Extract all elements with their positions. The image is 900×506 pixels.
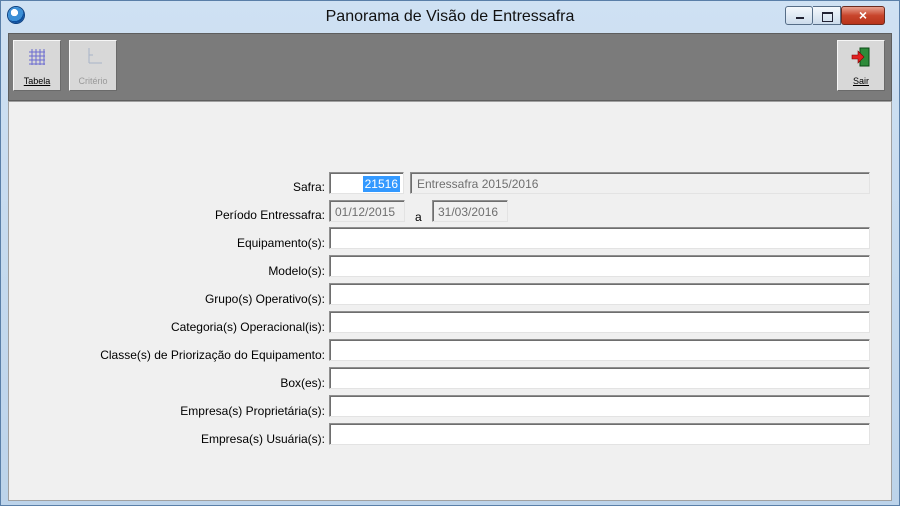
grid-icon — [29, 49, 45, 65]
minimize-button[interactable] — [785, 6, 813, 25]
close-button[interactable]: × — [841, 6, 885, 25]
modelo-label: Modelo(s): — [268, 264, 325, 278]
sair-button[interactable]: Sair — [837, 40, 885, 91]
form-panel: Safra: 21516 Entressafra 2015/2016 Perío… — [8, 101, 892, 501]
box-label: Box(es): — [280, 376, 325, 390]
periodo-separator: a — [415, 210, 422, 224]
minimize-icon — [796, 17, 804, 19]
modelo-input[interactable] — [329, 255, 870, 277]
safra-label: Safra: — [292, 180, 325, 194]
exit-door-icon — [851, 47, 870, 67]
categoria-operacional-input[interactable] — [329, 311, 870, 333]
safra-code-input[interactable]: 21516 — [329, 172, 404, 194]
close-icon: × — [858, 7, 868, 23]
maximize-icon — [822, 12, 833, 22]
criteria-icon — [88, 48, 102, 64]
empresa-proprietaria-label: Empresa(s) Proprietária(s): — [180, 404, 325, 418]
periodo-label: Período Entressafra: — [214, 208, 325, 222]
periodo-end-value: 31/03/2016 — [438, 205, 499, 219]
periodo-start-value: 01/12/2015 — [335, 205, 396, 219]
main-window: Panorama de Visão de Entressafra × Tabel… — [0, 0, 900, 506]
grupo-operativo-input[interactable] — [329, 283, 870, 305]
box-input[interactable] — [329, 367, 870, 389]
periodo-end-field: 31/03/2016 — [432, 200, 508, 222]
periodo-start-field: 01/12/2015 — [329, 200, 405, 222]
tabela-label: Tabela — [23, 76, 51, 86]
classe-priorizacao-label: Classe(s) de Priorização do Equipamento: — [100, 348, 325, 362]
equipamento-label: Equipamento(s): — [236, 236, 325, 250]
empresa-usuaria-input[interactable] — [329, 423, 870, 445]
categoria-operacional-label: Categoria(s) Operacional(is): — [170, 320, 325, 334]
criterio-button[interactable]: Critério — [69, 40, 117, 91]
sair-label: Sair — [852, 76, 869, 86]
toolbar: Tabela Critério Sair — [8, 33, 892, 101]
empresa-proprietaria-input[interactable] — [329, 395, 870, 417]
title-bar[interactable]: Panorama de Visão de Entressafra × — [1, 1, 899, 33]
criterio-label: Critério — [78, 76, 108, 86]
grupo-operativo-label: Grupo(s) Operativo(s): — [204, 292, 325, 306]
classe-priorizacao-input[interactable] — [329, 339, 870, 361]
safra-description-value: Entressafra 2015/2016 — [417, 177, 539, 191]
safra-code-value: 21516 — [362, 176, 400, 192]
safra-description-field: Entressafra 2015/2016 — [410, 172, 870, 194]
equipamento-input[interactable] — [329, 227, 870, 249]
tabela-button[interactable]: Tabela — [13, 40, 61, 91]
window-title: Panorama de Visão de Entressafra — [325, 8, 575, 25]
maximize-button[interactable] — [813, 6, 841, 25]
empresa-usuaria-label: Empresa(s) Usuária(s): — [200, 432, 325, 446]
